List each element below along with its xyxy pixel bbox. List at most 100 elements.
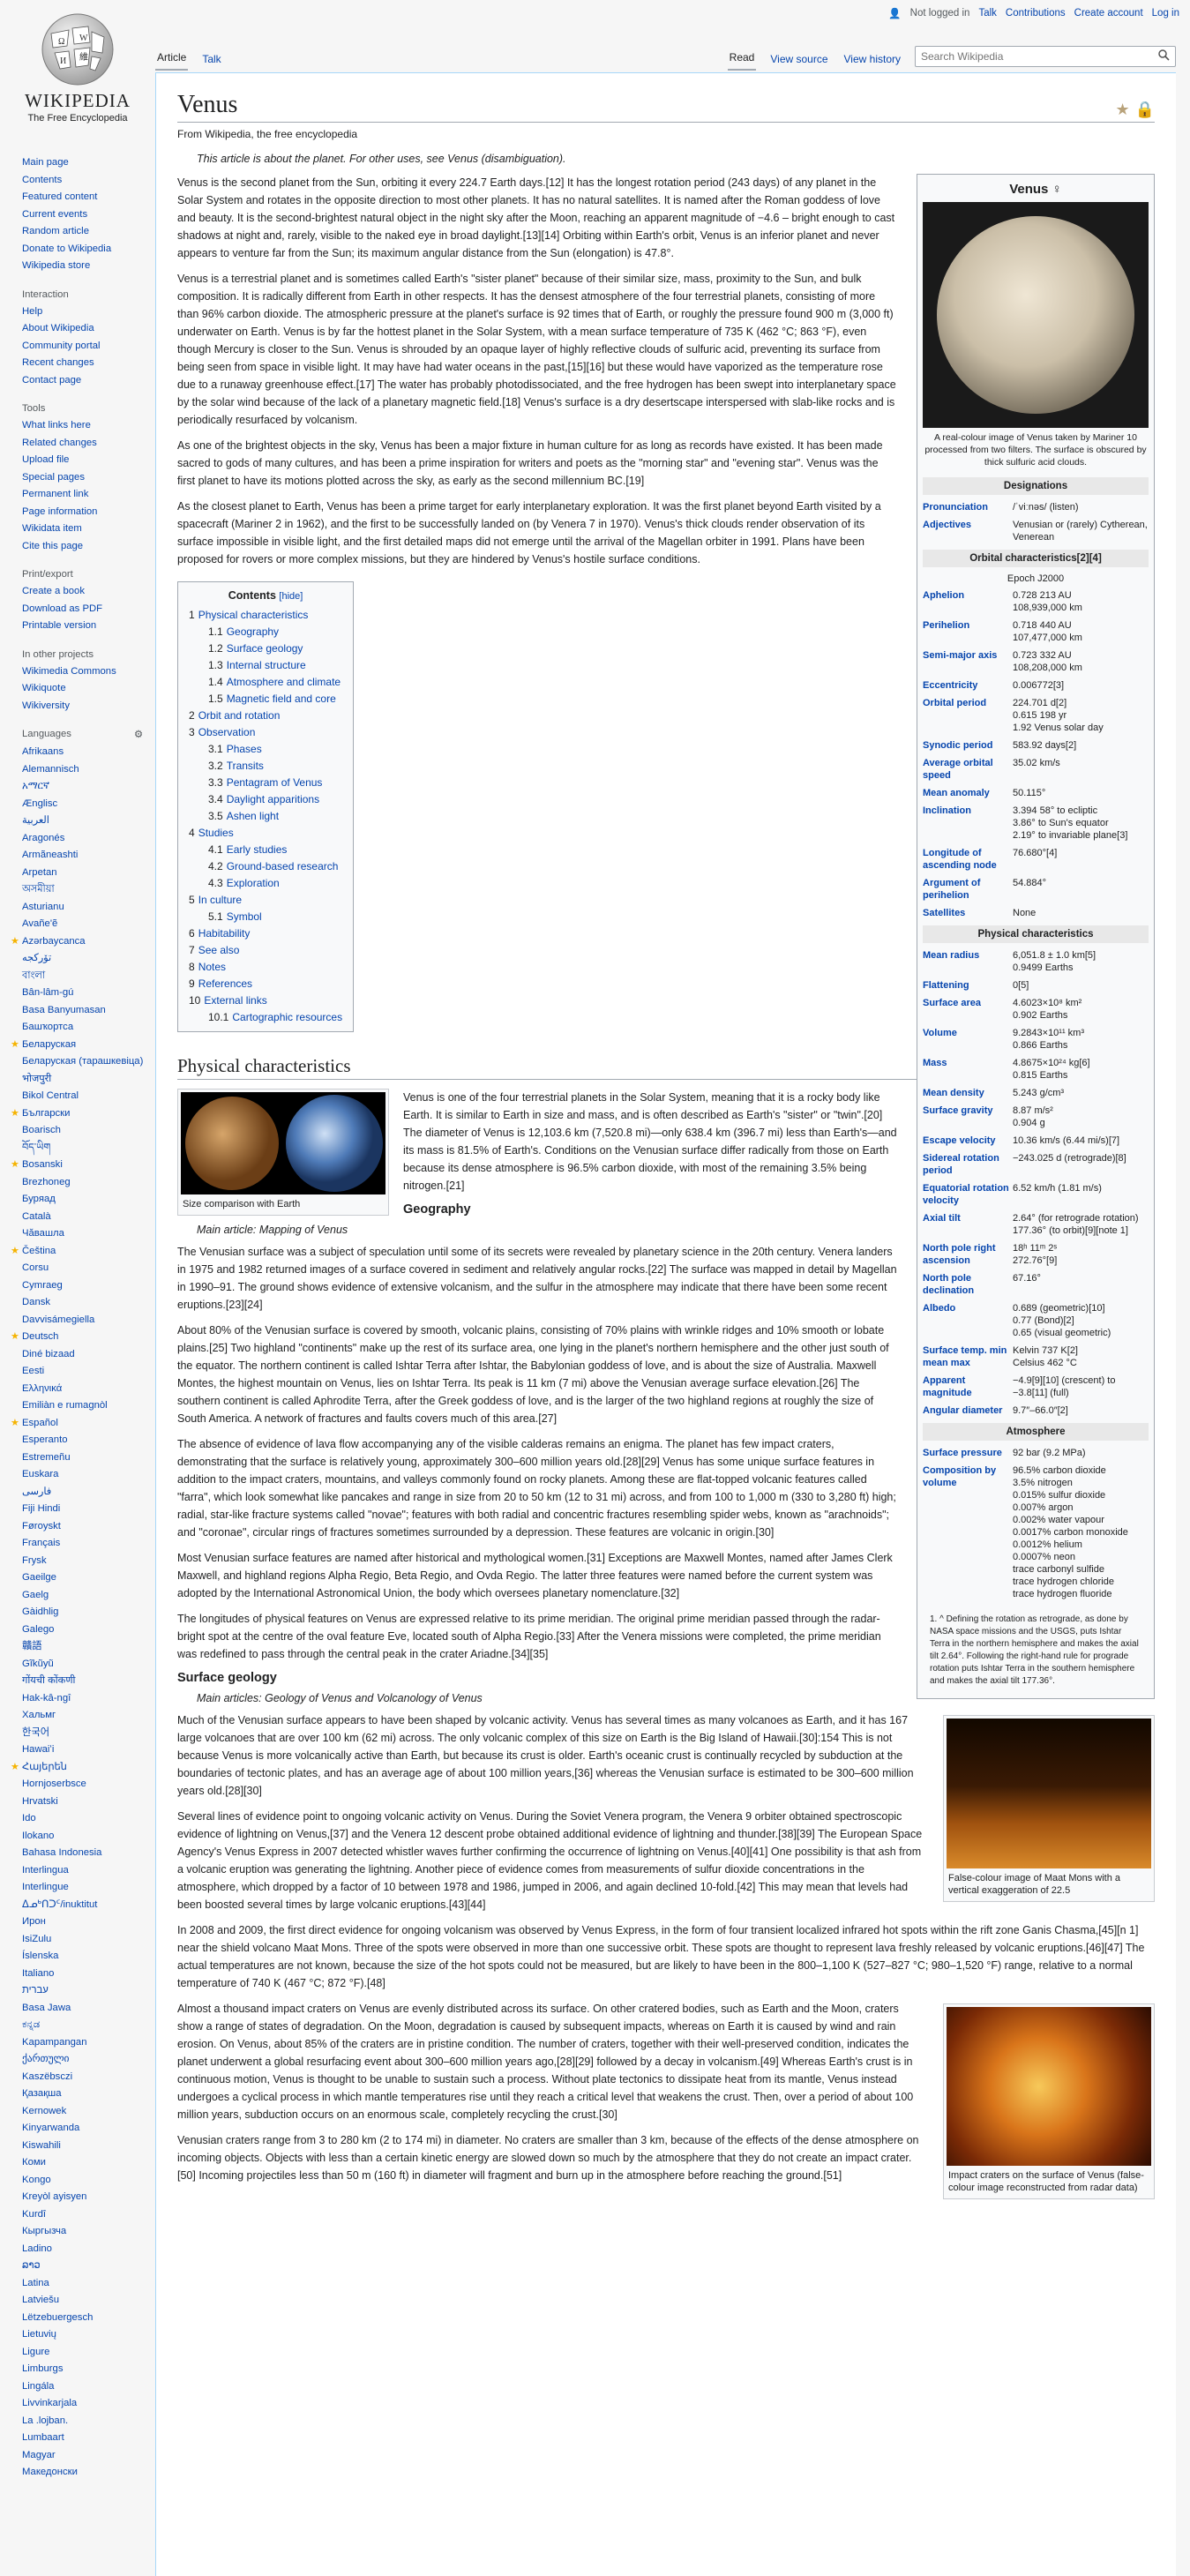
language-item[interactable]: Kiswahili bbox=[22, 2138, 155, 2155]
language-link[interactable]: Кыргызча bbox=[22, 2223, 66, 2241]
language-link[interactable]: Brezhoneg bbox=[22, 1174, 71, 1192]
toc-link[interactable]: Observation bbox=[198, 726, 256, 738]
sidebar-item[interactable]: Contact page bbox=[22, 372, 155, 390]
language-link[interactable]: Azərbaycanca bbox=[22, 933, 86, 951]
infobox-label[interactable]: Surface pressure bbox=[923, 1447, 1013, 1459]
language-link[interactable]: Armãneashti bbox=[22, 847, 78, 865]
language-link[interactable]: Bahasa Indonesia bbox=[22, 1845, 101, 1862]
sidebar-link[interactable]: Help bbox=[22, 303, 42, 321]
language-item[interactable]: Asturianu bbox=[22, 899, 155, 917]
language-link[interactable]: भोजपुरी bbox=[22, 1071, 51, 1089]
toc-link[interactable]: External links bbox=[204, 994, 266, 1007]
language-link[interactable]: Gaeilge bbox=[22, 1569, 56, 1587]
language-link[interactable]: Estremeñu bbox=[22, 1449, 71, 1467]
language-link[interactable]: Kaszëbsczi bbox=[22, 2069, 72, 2086]
infobox-label[interactable]: Mass bbox=[923, 1057, 1013, 1082]
gear-icon[interactable]: ⚙ bbox=[134, 729, 143, 740]
sidebar-link[interactable]: Current events bbox=[22, 206, 87, 224]
toc-item[interactable]: 3.3 Pentagram of Venus bbox=[189, 775, 342, 791]
language-item[interactable]: Kinyarwanda bbox=[22, 2120, 155, 2138]
language-item[interactable]: Kreyòl ayisyen bbox=[22, 2189, 155, 2206]
sidebar-item[interactable]: Wikiquote bbox=[22, 680, 155, 698]
toc-link[interactable]: Orbit and rotation bbox=[198, 709, 281, 722]
language-link[interactable]: Latviešu bbox=[22, 2292, 59, 2310]
language-link[interactable]: العربية bbox=[22, 812, 49, 830]
language-item[interactable]: ★ Հայերեն bbox=[11, 1759, 155, 1777]
sidebar-link[interactable]: Cite this page bbox=[22, 538, 83, 556]
toc-link[interactable]: Exploration bbox=[227, 877, 280, 889]
sidebar-link[interactable]: Wikimedia Commons bbox=[22, 663, 116, 681]
infobox-label[interactable]: Inclination bbox=[923, 805, 1013, 842]
language-item[interactable]: Alemannisch bbox=[22, 761, 155, 779]
language-item[interactable]: Bikol Central bbox=[22, 1088, 155, 1105]
language-link[interactable]: བོད་ཡིག bbox=[22, 1140, 50, 1157]
language-item[interactable]: Lumbaart bbox=[22, 2430, 155, 2447]
language-link[interactable]: Cymraeg bbox=[22, 1277, 63, 1295]
language-item[interactable]: ★ Bosanski bbox=[11, 1157, 155, 1174]
language-item[interactable]: Kurdî bbox=[22, 2206, 155, 2224]
language-link[interactable]: ქართული bbox=[22, 2051, 69, 2069]
sidebar-item[interactable]: Wikidata item bbox=[22, 520, 155, 538]
language-link[interactable]: Arpetan bbox=[22, 865, 57, 882]
language-link[interactable]: Diné bizaad bbox=[22, 1346, 75, 1364]
language-item[interactable]: Ido bbox=[22, 1810, 155, 1828]
wikipedia-logo[interactable]: Ω W И 維 WIKIPEDIA The Free Encyclopedia bbox=[16, 7, 139, 124]
sidebar-link[interactable]: Contact page bbox=[22, 372, 81, 390]
language-item[interactable]: Хальмг bbox=[22, 1707, 155, 1725]
language-item[interactable]: Davvisámegiella bbox=[22, 1312, 155, 1329]
language-link[interactable]: Avañe'ẽ bbox=[22, 916, 57, 933]
language-link[interactable]: Hawaiʻi bbox=[22, 1741, 54, 1759]
language-item[interactable]: ಕನ್ನಡ bbox=[22, 2017, 155, 2034]
language-link[interactable]: Lingála bbox=[22, 2378, 54, 2396]
sidebar-link[interactable]: Upload file bbox=[22, 452, 69, 469]
language-link[interactable]: Bosanski bbox=[22, 1157, 63, 1174]
language-link[interactable]: Kreyòl ayisyen bbox=[22, 2189, 86, 2206]
search-input[interactable] bbox=[921, 50, 1158, 63]
language-link[interactable]: Italiano bbox=[22, 1966, 54, 1983]
language-link[interactable]: Ladino bbox=[22, 2241, 52, 2258]
language-link[interactable]: Kapampangan bbox=[22, 2034, 87, 2052]
sidebar-item[interactable]: What links here bbox=[22, 417, 155, 435]
language-link[interactable]: Ирон bbox=[22, 1913, 46, 1931]
language-item[interactable]: Corsu bbox=[22, 1260, 155, 1277]
language-link[interactable]: Gaelg bbox=[22, 1587, 49, 1605]
language-link[interactable]: Kiswahili bbox=[22, 2138, 61, 2155]
language-link[interactable]: Коми bbox=[22, 2154, 46, 2172]
infobox-label[interactable]: Volume bbox=[923, 1027, 1013, 1052]
language-link[interactable]: Ελληνικά bbox=[22, 1381, 62, 1398]
toc-link[interactable]: Physical characteristics bbox=[198, 609, 309, 621]
language-item[interactable]: Bahasa Indonesia bbox=[22, 1845, 155, 1862]
sidebar-link[interactable]: Contents bbox=[22, 172, 62, 190]
infobox-label[interactable]: Adjectives bbox=[923, 519, 1013, 543]
sidebar-link[interactable]: Download as PDF bbox=[22, 601, 102, 618]
language-item[interactable]: ★ Español bbox=[11, 1415, 155, 1433]
infobox-label[interactable]: Surface temp. min mean max bbox=[923, 1344, 1013, 1369]
language-item[interactable]: Afrikaans bbox=[22, 744, 155, 761]
toc-item[interactable]: 5 In culture bbox=[189, 892, 342, 909]
language-link[interactable]: Gĩkũyũ bbox=[22, 1656, 54, 1674]
toc-hide-link[interactable]: [hide] bbox=[279, 591, 303, 602]
language-item[interactable]: ★ Čeština bbox=[11, 1243, 155, 1261]
sidebar-link[interactable]: Wikipedia store bbox=[22, 258, 90, 275]
language-item[interactable]: Ilokano bbox=[22, 1828, 155, 1846]
language-link[interactable]: Kinyarwanda bbox=[22, 2120, 79, 2138]
infobox-label[interactable]: Synodic period bbox=[923, 739, 1013, 752]
language-item[interactable]: गोंयची कोंकणी bbox=[22, 1673, 155, 1690]
tab-read[interactable]: Read bbox=[727, 51, 757, 71]
language-item[interactable]: Latviešu bbox=[22, 2292, 155, 2310]
toc-link[interactable]: Internal structure bbox=[227, 659, 306, 671]
language-link[interactable]: Čeština bbox=[22, 1243, 56, 1261]
sidebar-link[interactable]: Random article bbox=[22, 223, 89, 241]
language-link[interactable]: Ænglisc bbox=[22, 796, 57, 813]
language-item[interactable]: Íslenska bbox=[22, 1948, 155, 1966]
language-link[interactable]: Ilokano bbox=[22, 1828, 54, 1846]
toc-link[interactable]: Daylight apparitions bbox=[227, 793, 319, 805]
language-link[interactable]: Bikol Central bbox=[22, 1088, 79, 1105]
language-item[interactable]: ລາວ bbox=[22, 2258, 155, 2275]
language-item[interactable]: Башҡортса bbox=[22, 1019, 155, 1037]
language-link[interactable]: Alemannisch bbox=[22, 761, 79, 779]
language-item[interactable]: Arpetan bbox=[22, 865, 155, 882]
tab-talk[interactable]: Talk bbox=[200, 53, 222, 71]
language-item[interactable]: Lingála bbox=[22, 2378, 155, 2396]
language-link[interactable]: Bân-lâm-gú bbox=[22, 985, 73, 1002]
